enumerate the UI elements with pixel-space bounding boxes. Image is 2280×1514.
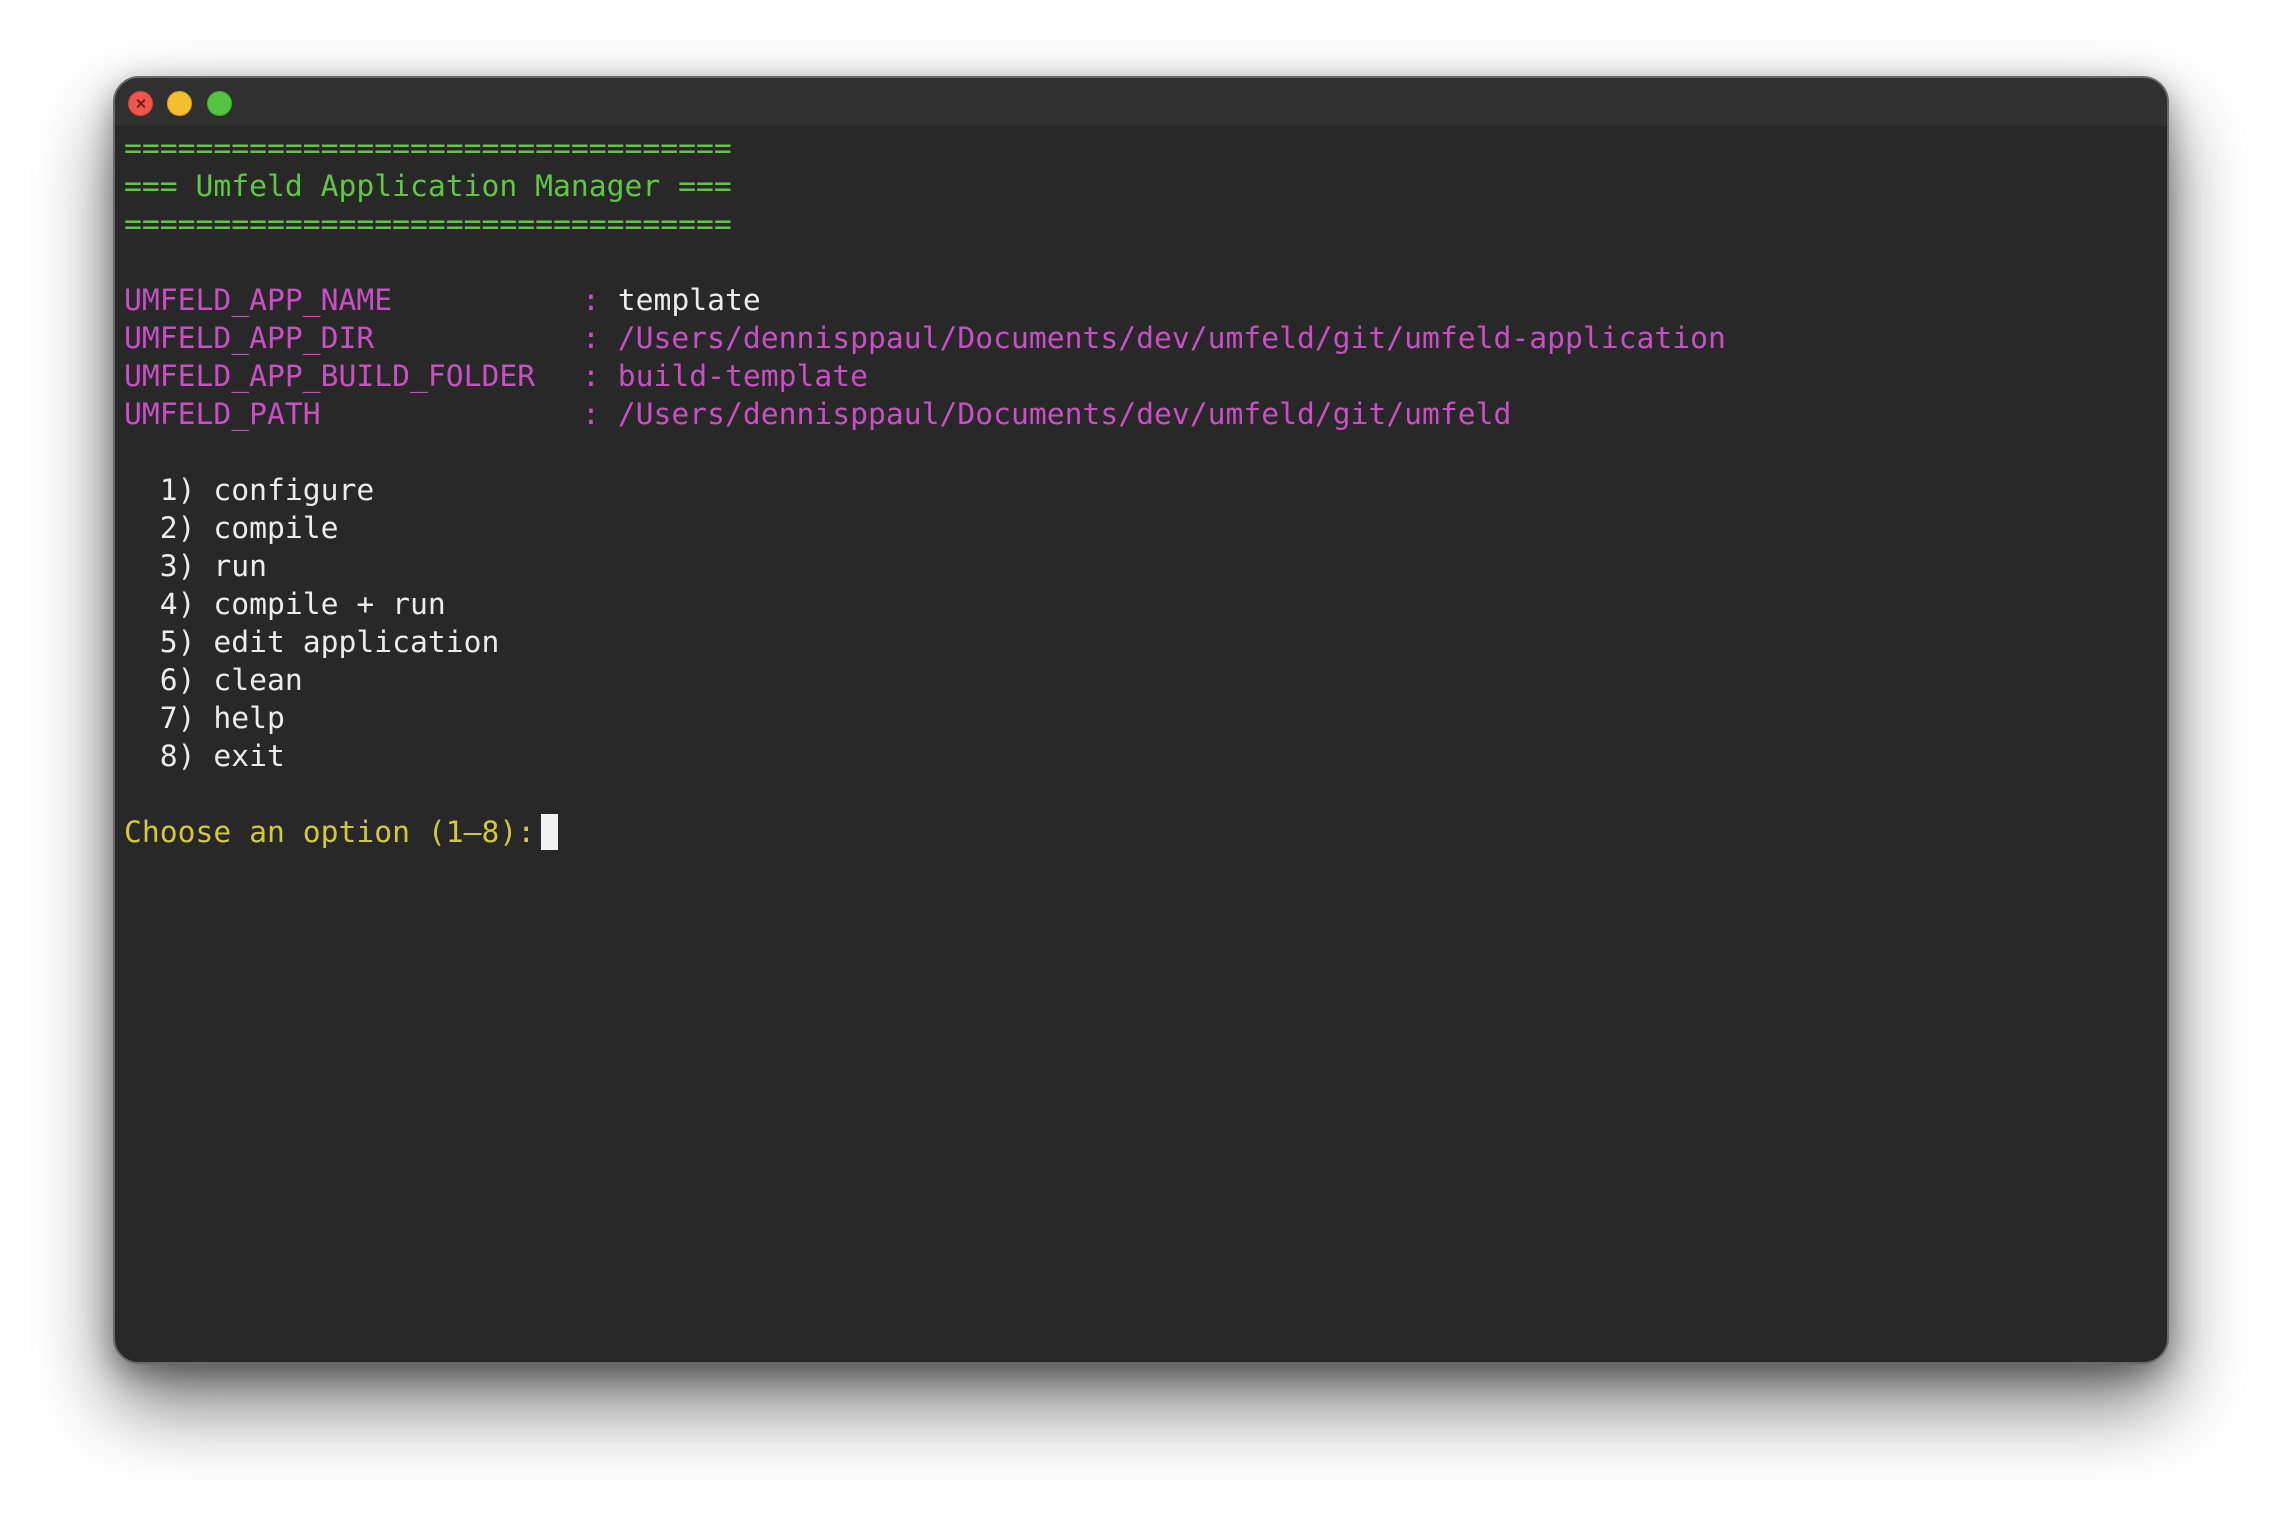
env-value: /Users/dennisppaul/Documents/dev/umfeld/… (617, 321, 1726, 356)
env-key: UMFELD_APP_NAME (124, 283, 393, 318)
prompt-text: Choose an option (1–8): (124, 815, 536, 850)
env-key: UMFELD_PATH (124, 397, 321, 432)
menu-item-compile: 2) compile (124, 511, 339, 546)
menu-item-edit-application: 5) edit application (124, 625, 500, 660)
menu-item-configure: 1) configure (124, 473, 375, 508)
env-separator: : (582, 283, 618, 318)
env-row-build-folder: UMFELD_APP_BUILD_FOLDER: build-template (124, 358, 2157, 396)
env-key: UMFELD_APP_BUILD_FOLDER (124, 359, 536, 394)
header-rule-top: ================================== (124, 131, 732, 166)
env-value: /Users/dennisppaul/Documents/dev/umfeld/… (617, 397, 1512, 432)
close-window-button[interactable] (128, 91, 153, 116)
menu-item-exit: 8) exit (124, 739, 285, 774)
env-separator: : (582, 397, 618, 432)
menu-item-run: 3) run (124, 549, 267, 584)
menu-item-help: 7) help (124, 701, 285, 736)
env-separator: : (582, 321, 618, 356)
prompt-line[interactable]: Choose an option (1–8): (124, 814, 2157, 852)
env-row-app-name: UMFELD_APP_NAME: template (124, 282, 2157, 320)
env-row-app-dir: UMFELD_APP_DIR: /Users/dennisppaul/Docum… (124, 320, 2157, 358)
terminal-output[interactable]: ================================== === U… (124, 130, 2157, 1352)
env-row-path: UMFELD_PATH: /Users/dennisppaul/Document… (124, 396, 2157, 434)
terminal-window: ================================== === U… (113, 76, 2169, 1364)
env-key: UMFELD_APP_DIR (124, 321, 375, 356)
maximize-window-button[interactable] (207, 91, 232, 116)
close-icon (136, 99, 145, 108)
minimize-window-button[interactable] (167, 91, 192, 116)
menu-item-compile-run: 4) compile + run (124, 587, 446, 622)
text-cursor (541, 814, 559, 850)
env-value: build-template (617, 359, 868, 394)
title-bar (115, 78, 2167, 126)
env-separator: : (582, 359, 618, 394)
header-rule-bottom: ================================== (124, 207, 732, 242)
header-title: === Umfeld Application Manager === (124, 169, 732, 204)
env-value: template (617, 283, 761, 318)
menu-item-clean: 6) clean (124, 663, 303, 698)
